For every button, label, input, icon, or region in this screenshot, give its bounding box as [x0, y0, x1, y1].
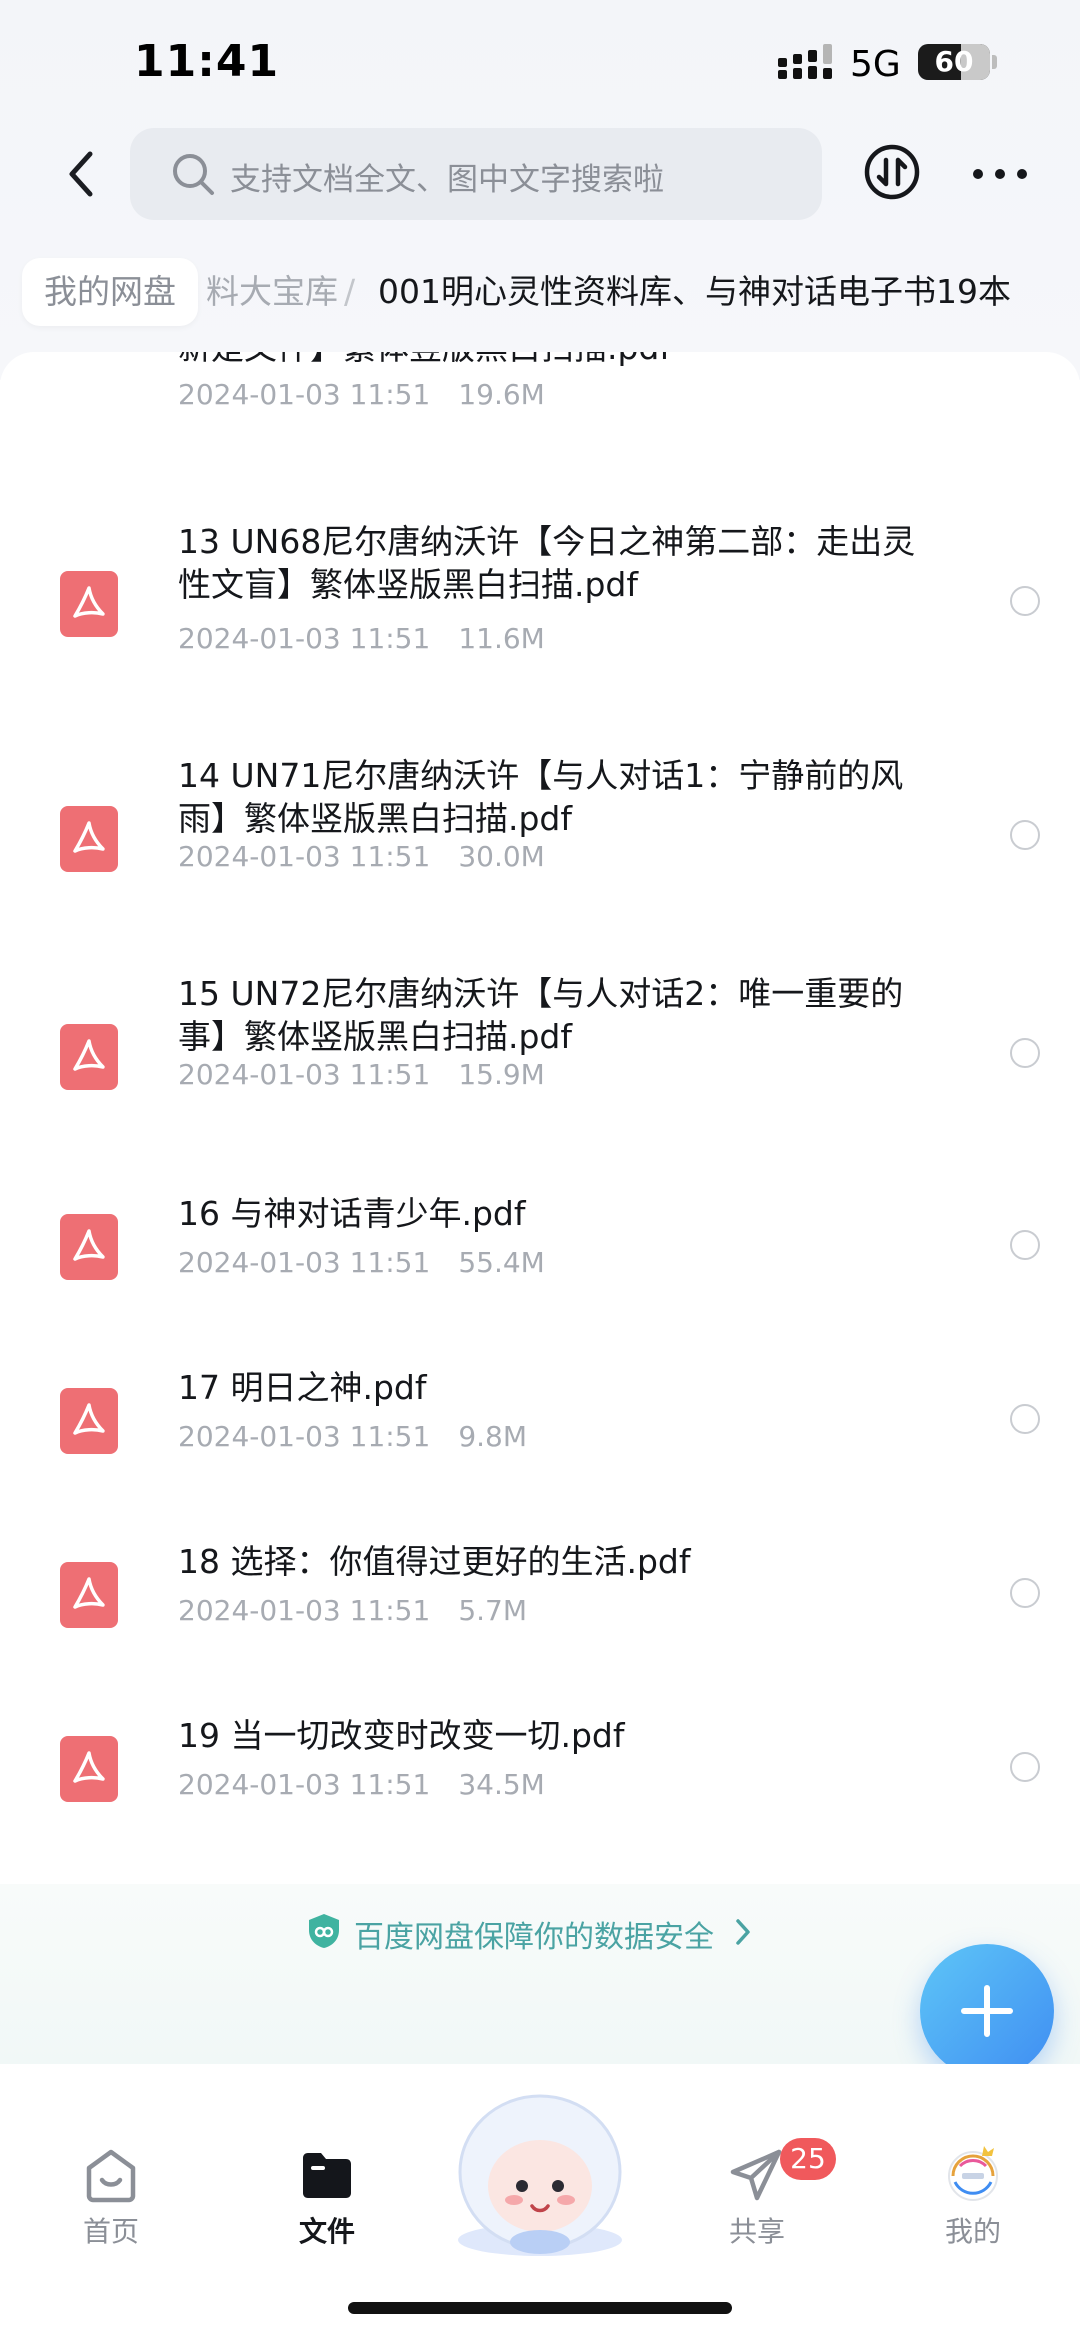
file-size: 9.8M	[458, 1420, 528, 1453]
file-meta: 2024-01-03 11:51 9.8M	[178, 1420, 527, 1453]
tab-label: 首页	[82, 2215, 139, 2248]
pdf-file-icon	[60, 1024, 118, 1090]
file-date: 2024-01-03 11:51	[178, 1768, 431, 1801]
add-button[interactable]	[920, 1944, 1054, 2078]
select-radio[interactable]	[1010, 1404, 1040, 1434]
file-list: 新是文件】繁体竖版黑白扫描.pdf 2024-01-03 11:5119.6M …	[0, 352, 1080, 1892]
home-icon	[86, 2149, 136, 2203]
select-radio[interactable]	[1010, 1578, 1040, 1608]
status-time: 11:41	[134, 36, 280, 87]
tab-label: 共享	[728, 2215, 785, 2248]
battery-icon: 60	[918, 44, 990, 80]
transfer-icon	[864, 144, 920, 200]
chevron-left-icon	[69, 151, 93, 197]
file-date: 2024-01-03 11:51	[178, 1594, 431, 1627]
file-row[interactable]: 17 明日之神.pdf 2024-01-03 11:51 9.8M	[0, 1358, 1080, 1508]
tab-home[interactable]: 首页	[36, 2146, 186, 2250]
file-date: 2024-01-03 11:51	[178, 1058, 431, 1091]
tab-label: 我的	[944, 2215, 1001, 2248]
file-date: 2024-01-03 11:51	[178, 622, 431, 655]
file-size: 34.5M	[458, 1768, 545, 1801]
more-icon	[973, 169, 1027, 179]
avatar-icon	[948, 2146, 998, 2201]
battery-cap	[992, 55, 997, 69]
search-input[interactable]: 支持文档全文、图中文字搜索啦	[130, 128, 822, 220]
file-name: 15 UN72尼尔唐纳沃许【与人对话2：唯一重要的事】繁体竖版黑白扫描.pdf	[178, 974, 904, 1056]
file-meta: 2024-01-03 11:51 55.4M	[178, 1246, 545, 1279]
tab-files[interactable]: 文件	[252, 2146, 402, 2250]
breadcrumb-item-root[interactable]: 我的网盘	[22, 258, 198, 326]
file-name: 17 明日之神.pdf	[178, 1368, 427, 1407]
battery-level: 60	[934, 45, 974, 78]
file-name: 18 选择：你值得过更好的生活.pdf	[178, 1542, 691, 1581]
transfer-button[interactable]	[862, 142, 922, 202]
file-name: 14 UN71尼尔唐纳沃许【与人对话1：宁静前的风雨】繁体竖版黑白扫描.pdf	[178, 756, 904, 838]
breadcrumb-separator: /	[344, 272, 356, 311]
mascot-icon	[458, 2094, 622, 2256]
select-radio[interactable]	[1010, 1752, 1040, 1782]
file-row[interactable]: 13 UN68尼尔唐纳沃许【今日之神第二部：走出灵性文盲】繁体竖版黑白扫描.pd…	[0, 514, 1080, 714]
file-name: 新是文件】繁体竖版黑白扫描.pdf	[178, 352, 858, 369]
select-radio[interactable]	[1010, 1038, 1040, 1068]
file-name: 13 UN68尼尔唐纳沃许【今日之神第二部：走出灵性文盲】繁体竖版黑白扫描.pd…	[178, 522, 916, 604]
shield-icon	[309, 1914, 339, 1948]
file-name: 16 与神对话青少年.pdf	[178, 1194, 526, 1233]
file-name: 19 当一切改变时改变一切.pdf	[178, 1716, 625, 1755]
safety-banner-text: 百度网盘保障你的数据安全	[354, 1920, 714, 1955]
file-meta: 2024-01-03 11:51 15.9M	[178, 1058, 545, 1091]
file-row[interactable]: 19 当一切改变时改变一切.pdf 2024-01-03 11:51 34.5M	[0, 1706, 1080, 1856]
folder-icon	[303, 2153, 351, 2198]
home-indicator	[348, 2302, 732, 2314]
file-date: 2024-01-03 11:51	[178, 840, 431, 873]
mascot-button[interactable]	[450, 2090, 630, 2260]
plus-icon	[961, 1985, 1013, 2037]
safety-banner[interactable]	[0, 1884, 1080, 2064]
file-row[interactable]: 18 选择：你值得过更好的生活.pdf 2024-01-03 11:51 5.7M	[0, 1532, 1080, 1682]
pdf-file-icon	[60, 1388, 118, 1454]
file-meta: 2024-01-03 11:51 30.0M	[178, 840, 545, 873]
file-date: 2024-01-03 11:51	[178, 1420, 431, 1453]
file-row[interactable]: 15 UN72尼尔唐纳沃许【与人对话2：唯一重要的事】繁体竖版黑白扫描.pdf …	[0, 966, 1080, 1166]
file-size: 11.6M	[458, 622, 545, 655]
signal-icon	[778, 44, 832, 79]
pdf-file-icon	[60, 1562, 118, 1628]
search-icon	[173, 154, 214, 195]
file-row[interactable]: 16 与神对话青少年.pdf 2024-01-03 11:51 55.4M	[0, 1184, 1080, 1334]
tab-label: 文件	[298, 2215, 355, 2248]
network-label: 5G	[850, 44, 901, 85]
pdf-file-icon	[60, 1736, 118, 1802]
chevron-right-icon	[736, 1919, 750, 1945]
back-button[interactable]	[50, 140, 120, 210]
file-meta: 2024-01-03 11:51 34.5M	[178, 1768, 545, 1801]
file-meta: 2024-01-03 11:51 11.6M	[178, 622, 545, 655]
file-row[interactable]: 14 UN71尼尔唐纳沃许【与人对话1：宁静前的风雨】繁体竖版黑白扫描.pdf …	[0, 748, 1080, 948]
pdf-file-icon	[60, 806, 118, 872]
select-radio[interactable]	[1010, 1230, 1040, 1260]
file-size: 5.7M	[458, 1594, 528, 1627]
search-placeholder: 支持文档全文、图中文字搜索啦	[230, 162, 664, 198]
file-meta: 2024-01-03 11:51 5.7M	[178, 1594, 527, 1627]
select-radio[interactable]	[1010, 586, 1040, 616]
breadcrumb-item-current: 001明心灵性资料库、与神对话电子书19本	[378, 272, 1011, 311]
file-size: 55.4M	[458, 1246, 545, 1279]
file-row[interactable]: 新是文件】繁体竖版黑白扫描.pdf 2024-01-03 11:51 19.6M	[0, 352, 1080, 492]
pdf-file-icon	[60, 571, 118, 637]
more-button[interactable]	[970, 150, 1030, 198]
paper-plane-icon	[730, 2149, 782, 2201]
select-radio[interactable]	[1010, 820, 1040, 850]
file-date: 2024-01-03 11:51	[178, 378, 431, 411]
share-badge: 25	[780, 2138, 836, 2180]
tab-profile[interactable]: 我的	[898, 2140, 1048, 2250]
file-date: 2024-01-03 11:51	[178, 1246, 431, 1279]
file-size: 30.0M	[458, 840, 545, 873]
status-bar: 11:41 5G 60	[0, 0, 1080, 120]
pdf-file-icon	[60, 1214, 118, 1280]
file-meta: 2024-01-03 11:51 19.6M	[178, 378, 545, 411]
breadcrumb-item-middle[interactable]: 料大宝库	[206, 258, 338, 326]
breadcrumb: 料大宝库 我的网盘 / 001明心灵性资料库、与神对话电子书19本	[0, 256, 1080, 332]
file-size: 19.6M	[458, 378, 545, 411]
file-size: 15.9M	[458, 1058, 545, 1091]
